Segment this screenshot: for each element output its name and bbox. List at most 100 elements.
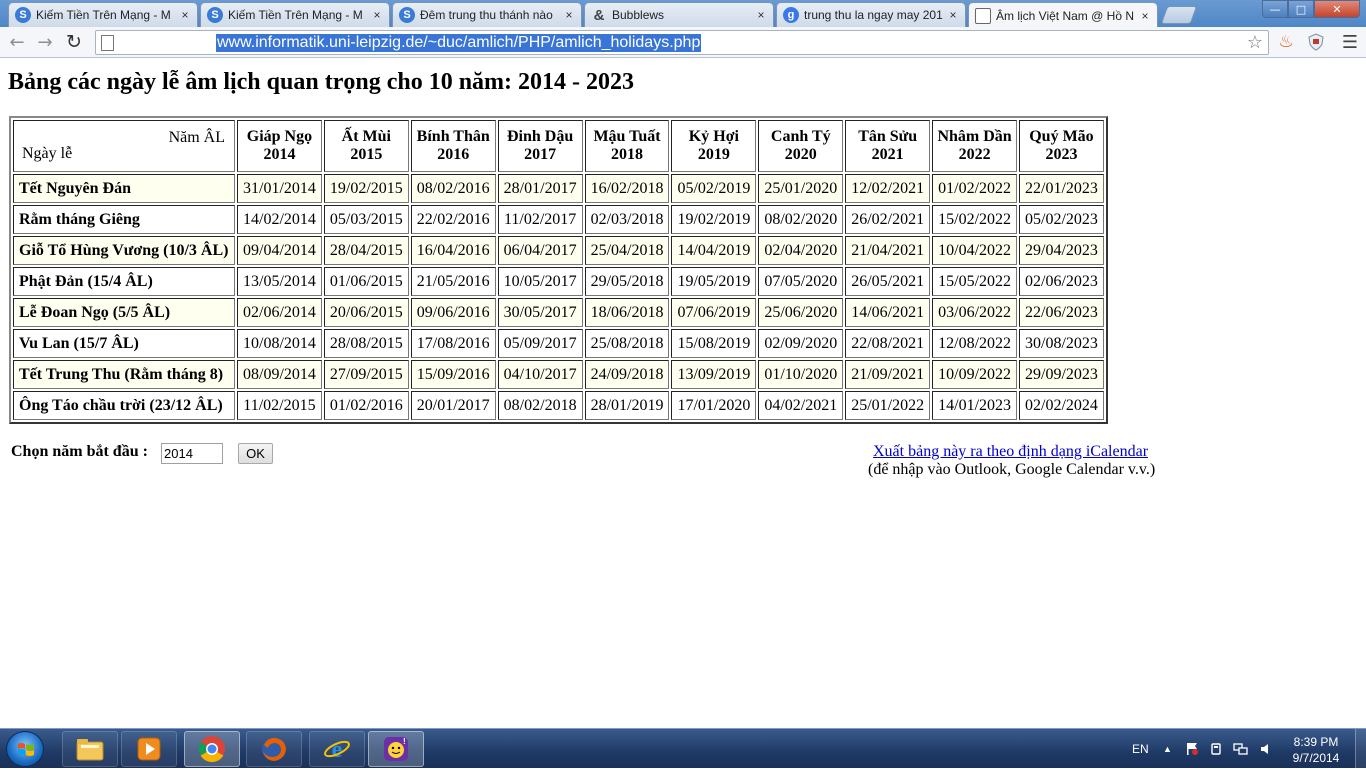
table-row: Lễ Đoan Ngọ (5/5 ÂL) 02/06/2014 20/06/2015…	[13, 298, 1104, 327]
year-number: 2019	[697, 146, 730, 163]
year-column-header: Kỷ Hợi 2019	[671, 120, 757, 172]
holiday-date-cell: 07/06/2019	[671, 298, 757, 327]
ampersand-icon: &	[593, 6, 605, 24]
year-can-chi: Nhâm Dần	[937, 128, 1012, 145]
browser-tab[interactable]: & Bubblews ×	[584, 2, 774, 27]
new-tab-button[interactable]	[1160, 6, 1198, 24]
holiday-date-cell: 25/04/2018	[584, 236, 670, 265]
minimize-button[interactable]: —	[1262, 0, 1288, 18]
tab-close-icon[interactable]: ×	[947, 8, 959, 22]
file-explorer-icon[interactable]	[62, 731, 118, 767]
device-manager-icon[interactable]	[1209, 729, 1223, 769]
holidays-table: Năm ÂL Ngày lễ Giáp Ngọ 2014 Ất Mùi 2015 Bín…	[9, 116, 1108, 424]
holiday-date-cell: 05/02/2023	[1019, 205, 1104, 234]
holiday-date-cell: 17/01/2020	[671, 391, 757, 420]
volume-icon[interactable]	[1259, 729, 1273, 769]
show-hidden-icons-arrow-icon[interactable]: ▲	[1163, 729, 1172, 769]
browser-tab[interactable]: S Kiếm Tiền Trên Mạng - M ×	[8, 2, 198, 27]
table-row: Tết Nguyên Đán 31/01/2014 19/02/2015 08/02/…	[13, 174, 1104, 203]
holiday-date-cell: 02/02/2024	[1019, 391, 1104, 420]
tab-close-icon[interactable]: ×	[371, 8, 383, 22]
action-center-flag-icon[interactable]	[1185, 729, 1199, 769]
yahoo-messenger-icon[interactable]: !	[368, 731, 424, 767]
page-icon	[101, 35, 114, 51]
back-arrow-icon[interactable]: ←	[6, 31, 28, 53]
tab-close-icon[interactable]: ×	[1139, 9, 1151, 23]
year-column-header: Nhâm Dần 2022	[932, 120, 1018, 172]
holiday-date-cell: 26/05/2021	[845, 267, 931, 296]
browser-tab[interactable]: g trung thu la ngay may 201 ×	[776, 2, 966, 27]
holiday-date-cell: 25/01/2020	[758, 174, 844, 203]
holiday-date-cell: 28/01/2017	[497, 174, 583, 203]
holiday-name: Giỗ Tổ Hùng Vương (10/3 ÂL)	[13, 236, 235, 265]
ok-button[interactable]: OK	[238, 443, 273, 464]
browser-tab[interactable]: Âm lịch Việt Nam @ Hồ N ×	[968, 2, 1158, 28]
address-bar[interactable]: www.informatik.uni-leipzig.de/~duc/amlic…	[95, 30, 1269, 55]
firefox-icon[interactable]	[246, 731, 302, 767]
holiday-date-cell: 28/01/2019	[584, 391, 670, 420]
start-button[interactable]	[6, 731, 44, 767]
holiday-date-cell: 26/02/2021	[845, 205, 931, 234]
clock-time: 8:39 PM	[1293, 735, 1339, 749]
holiday-name: Rằm tháng Giêng	[13, 205, 235, 234]
holiday-date-cell: 27/09/2015	[323, 360, 409, 389]
year-number: 2017	[524, 146, 557, 163]
url-text[interactable]: www.informatik.uni-leipzig.de/~duc/amlic…	[216, 34, 702, 52]
holiday-date-cell: 10/05/2017	[497, 267, 583, 296]
year-number: 2022	[958, 146, 991, 163]
maximize-button[interactable]: □	[1288, 0, 1314, 18]
show-desktop-button[interactable]	[1355, 729, 1366, 769]
holiday-date-cell: 07/05/2020	[758, 267, 844, 296]
extension-flame-icon[interactable]: ♨	[1276, 32, 1296, 52]
chrome-icon[interactable]	[184, 731, 240, 767]
holiday-date-cell: 01/02/2016	[323, 391, 409, 420]
holiday-date-cell: 20/01/2017	[410, 391, 496, 420]
start-year-input[interactable]	[161, 443, 223, 464]
icalendar-export-link[interactable]: Xuất bảng này ra theo định dạng iCalenda…	[873, 443, 1148, 461]
internet-explorer-icon[interactable]: e	[309, 731, 365, 767]
tab-close-icon[interactable]: ×	[179, 8, 191, 22]
holiday-date-cell: 25/06/2020	[758, 298, 844, 327]
forward-arrow-icon[interactable]: →	[34, 31, 56, 53]
globe-s-icon: S	[207, 7, 223, 23]
bookmark-star-icon[interactable]: ☆	[1247, 32, 1263, 53]
browser-tab[interactable]: S Đêm trung thu thánh nào ×	[392, 2, 582, 27]
year-column-header: Đinh Dậu 2017	[497, 120, 583, 172]
tab-title: Kiếm Tiền Trên Mạng - M	[228, 8, 363, 22]
reload-icon[interactable]: ↻	[63, 31, 85, 53]
close-window-button[interactable]: ✕	[1314, 0, 1360, 18]
tab-title: Bubblews	[612, 8, 665, 22]
tab-close-icon[interactable]: ×	[563, 8, 575, 22]
holiday-date-cell: 14/01/2023	[932, 391, 1018, 420]
holiday-date-cell: 13/05/2014	[237, 267, 322, 296]
year-column-header: Ất Mùi 2015	[323, 120, 409, 172]
year-can-chi: Canh Tý	[770, 128, 831, 145]
year-number: 2020	[784, 146, 817, 163]
year-column-header: Quý Mão 2023	[1019, 120, 1104, 172]
holiday-date-cell: 12/08/2022	[932, 329, 1018, 358]
network-icon[interactable]	[1233, 729, 1249, 769]
holiday-date-cell: 29/09/2023	[1019, 360, 1104, 389]
holiday-date-cell: 01/06/2015	[323, 267, 409, 296]
holiday-date-cell: 13/09/2019	[671, 360, 757, 389]
holiday-date-cell: 25/01/2022	[845, 391, 931, 420]
language-indicator[interactable]: EN	[1132, 729, 1149, 769]
system-clock[interactable]: 8:39 PM 9/7/2014	[1286, 734, 1346, 766]
year-number: 2023	[1045, 146, 1078, 163]
holiday-date-cell: 08/02/2020	[758, 205, 844, 234]
holiday-date-cell: 08/02/2018	[497, 391, 583, 420]
browser-tab[interactable]: S Kiếm Tiền Trên Mạng - M ×	[200, 2, 390, 27]
holiday-date-cell: 08/09/2014	[237, 360, 322, 389]
table-row: Rằm tháng Giêng 14/02/2014 05/03/2015 22/02…	[13, 205, 1104, 234]
extension-shield-icon[interactable]	[1306, 32, 1326, 52]
menu-icon[interactable]: ☰	[1340, 32, 1360, 53]
holiday-date-cell: 09/06/2016	[410, 298, 496, 327]
windows-flag-icon	[18, 743, 34, 756]
tab-title: Âm lịch Việt Nam @ Hồ N	[996, 8, 1134, 23]
holiday-date-cell: 29/05/2018	[584, 267, 670, 296]
media-player-icon[interactable]	[121, 731, 177, 767]
tab-close-icon[interactable]: ×	[755, 8, 767, 22]
holiday-date-cell: 02/06/2023	[1019, 267, 1104, 296]
holiday-date-cell: 29/04/2023	[1019, 236, 1104, 265]
table-row: Phật Đản (15/4 ÂL) 13/05/2014 01/06/2015 21…	[13, 267, 1104, 296]
